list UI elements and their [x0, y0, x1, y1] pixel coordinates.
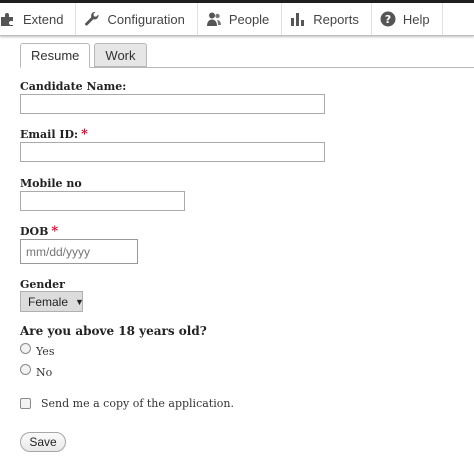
- toolbar-item-reports[interactable]: Reports: [282, 3, 372, 35]
- email-label: Email ID: *: [20, 127, 88, 142]
- required-marker: *: [51, 224, 59, 239]
- toolbar-label: Extend: [23, 11, 64, 27]
- toolbar-item-extend[interactable]: Extend: [0, 3, 77, 35]
- toolbar-item-help[interactable]: ? Help: [372, 3, 443, 35]
- tab-bar: Resume Work: [20, 43, 151, 68]
- option-label: No: [36, 366, 53, 379]
- email-field[interactable]: [20, 142, 325, 162]
- required-marker: *: [81, 127, 88, 142]
- copy-option: Send me a copy of the application.: [20, 397, 234, 410]
- people-icon: [206, 11, 222, 27]
- tab-work[interactable]: Work: [94, 43, 147, 67]
- toolbar-item-people[interactable]: People: [198, 3, 283, 35]
- mobile-input[interactable]: [20, 191, 185, 211]
- help-icon: ?: [380, 11, 396, 27]
- bar-chart-icon: [290, 11, 306, 27]
- dob-input[interactable]: [20, 239, 138, 264]
- chevron-down-icon: ▼: [75, 296, 84, 307]
- gender-selected-value: Female: [28, 294, 69, 309]
- radio-yes[interactable]: [20, 343, 31, 354]
- candidate-name-label: Candidate Name:: [20, 80, 127, 93]
- copy-label: Send me a copy of the application.: [41, 397, 234, 410]
- puzzle-icon: [0, 11, 16, 27]
- save-button[interactable]: Save: [20, 432, 66, 452]
- copy-checkbox[interactable]: [20, 398, 31, 409]
- radio-no[interactable]: [20, 364, 31, 375]
- age-option-yes: Yes: [20, 343, 55, 358]
- tab-resume[interactable]: Resume: [20, 43, 91, 68]
- mobile-label: Mobile no: [20, 177, 82, 190]
- admin-toolbar: Extend Configuration People Reports ? He…: [0, 3, 474, 36]
- svg-text:?: ?: [385, 13, 391, 26]
- age-option-no: No: [20, 364, 53, 379]
- toolbar-label: People: [228, 11, 270, 27]
- wrench-icon: [84, 11, 100, 27]
- candidate-name-input[interactable]: [20, 94, 325, 114]
- gender-select[interactable]: Female ▼: [20, 291, 84, 312]
- toolbar-item-configuration[interactable]: Configuration: [76, 3, 198, 35]
- age-question: Are you above 18 years old?: [20, 324, 207, 338]
- toolbar-label: Configuration: [107, 11, 185, 27]
- dob-label: DOB *: [20, 224, 59, 239]
- toolbar-label: Reports: [313, 11, 359, 27]
- toolbar-label: Help: [402, 11, 430, 27]
- gender-label: Gender: [20, 278, 65, 291]
- option-label: Yes: [36, 345, 55, 358]
